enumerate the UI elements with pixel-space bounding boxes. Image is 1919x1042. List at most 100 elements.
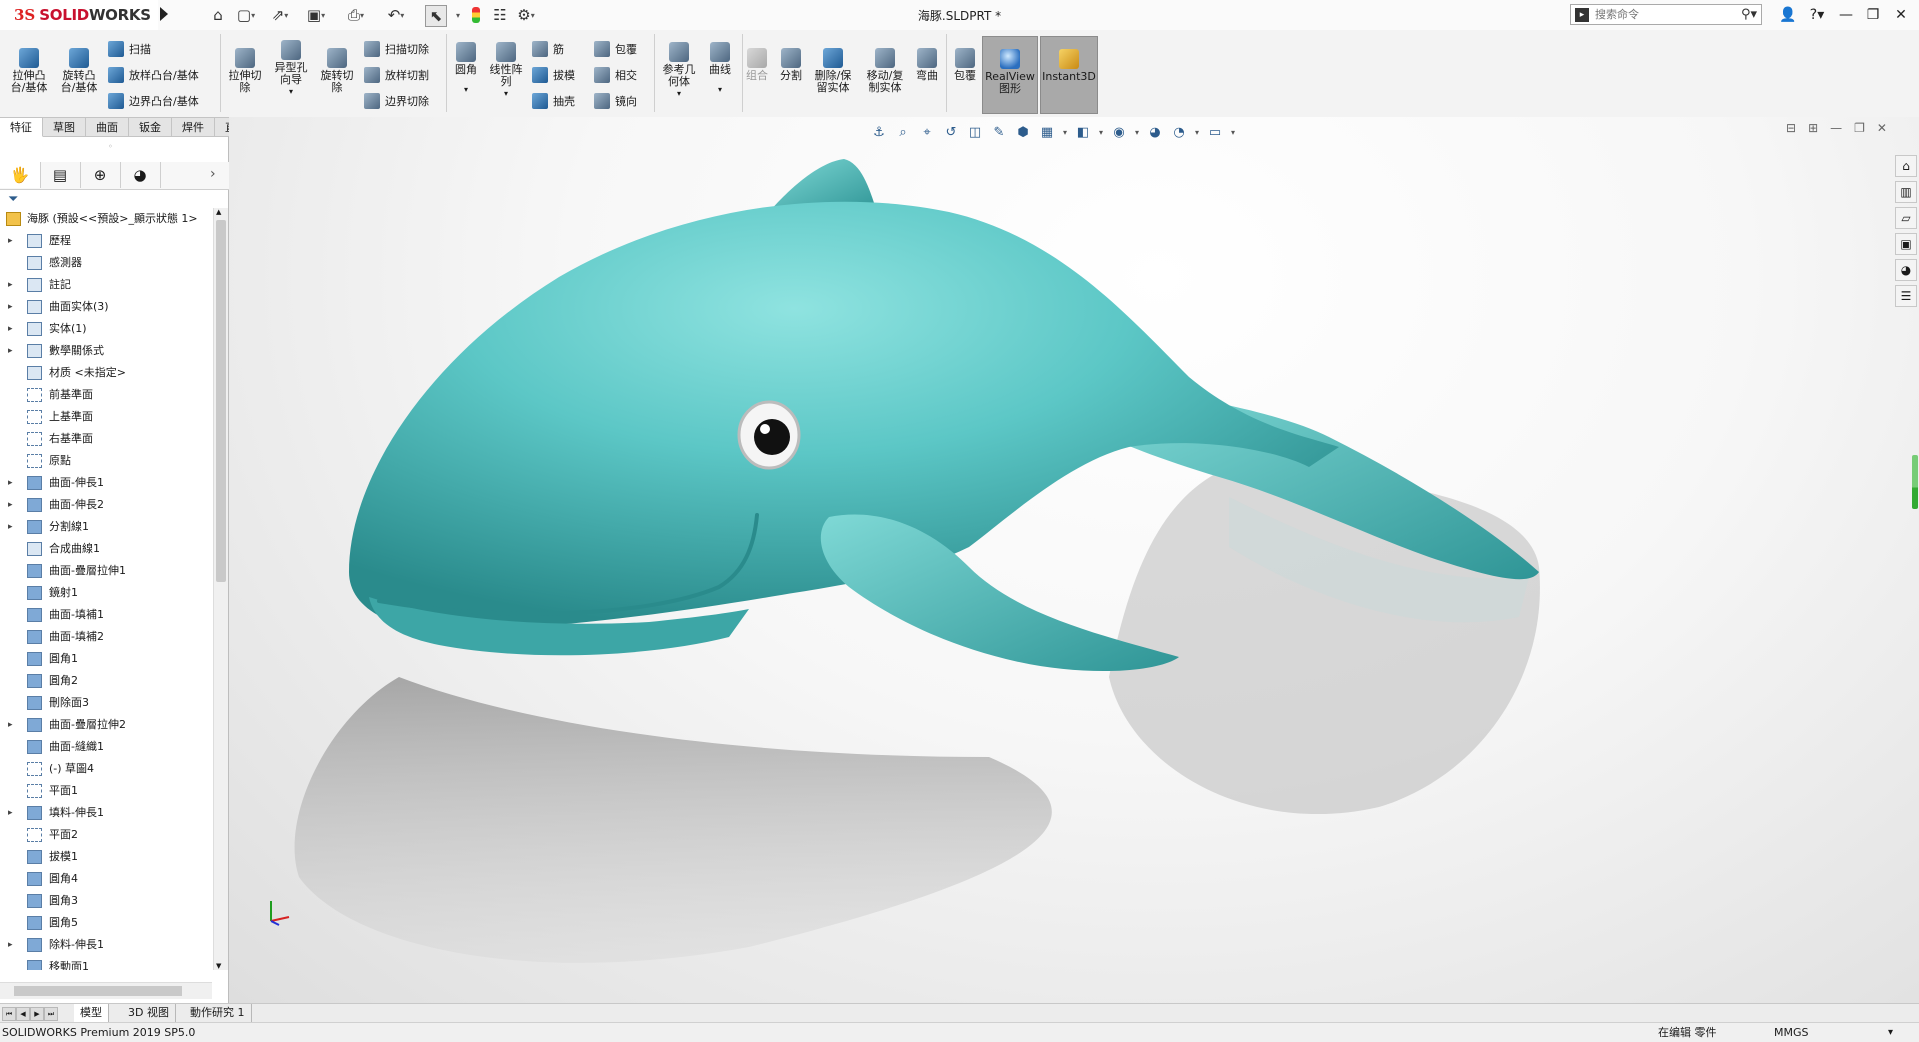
tab-prev-icon[interactable]: ◀ xyxy=(16,1007,30,1021)
mirror-button[interactable]: 镜向 xyxy=(594,93,637,109)
tree-item[interactable]: 材质 <未指定> xyxy=(0,362,212,384)
rebuild-icon[interactable] xyxy=(466,5,486,25)
tab-0[interactable]: 特征 xyxy=(0,117,43,137)
instant3d-button[interactable]: Instant3D xyxy=(1040,36,1098,114)
unit-dropdown-icon[interactable]: ▾ xyxy=(1888,1023,1893,1042)
select-arrow-icon[interactable]: ⬉ xyxy=(425,5,447,27)
split-button[interactable]: 分割 xyxy=(774,48,808,82)
delete-keep-body-button[interactable]: 删除/保 留实体 xyxy=(810,48,856,94)
revolve-boss-button[interactable]: 旋转凸 台/基体 xyxy=(58,48,100,94)
swept-cut-button[interactable]: 扫描切除 xyxy=(364,41,429,57)
tree-item[interactable]: ▸ 曲面-伸長1 xyxy=(0,472,212,494)
file-properties-icon[interactable]: ☷ xyxy=(490,5,510,25)
scroll-up-icon[interactable]: ▲ xyxy=(216,208,221,216)
tree-vertical-scrollbar[interactable]: ▲ ▼ xyxy=(213,208,228,970)
expand-arrow-icon[interactable]: ▸ xyxy=(8,802,16,824)
model-tab-0[interactable]: 模型 xyxy=(74,1004,109,1022)
home-icon[interactable]: ⌂ xyxy=(208,5,228,25)
panel-splitter-handle[interactable]: ◦ xyxy=(108,142,113,151)
tree-item[interactable]: ▸ 曲面-伸長2 xyxy=(0,494,212,516)
new-document-icon[interactable]: ▢ ▾ xyxy=(236,5,256,25)
expand-arrow-icon[interactable]: ▸ xyxy=(8,934,16,956)
boundary-cut-button[interactable]: 边界切除 xyxy=(364,93,429,109)
unit-system[interactable]: MMGS xyxy=(1774,1023,1809,1042)
tab-1[interactable]: 草图 xyxy=(43,117,86,137)
tree-item[interactable]: 曲面-填補1 xyxy=(0,604,212,626)
curves-button[interactable]: 曲线 ▾ xyxy=(702,42,738,96)
tree-item[interactable]: 刪除面3 xyxy=(0,692,212,714)
tree-item[interactable]: ▸ 除料-伸長1 xyxy=(0,934,212,956)
command-search-icon[interactable]: ▸ xyxy=(1575,7,1589,22)
model-tab-1[interactable]: 3D 视图 xyxy=(122,1004,176,1022)
tree-item[interactable]: ▸ 分割線1 xyxy=(0,516,212,538)
print-icon[interactable]: ⎙ ▾ xyxy=(346,5,366,25)
tree-item[interactable]: 圓角1 xyxy=(0,648,212,670)
move-copy-body-button[interactable]: 移动/复 制实体 xyxy=(862,48,908,94)
tree-item[interactable]: 拔模1 xyxy=(0,846,212,868)
expand-arrow-icon[interactable]: ▸ xyxy=(8,472,16,494)
dolphin-model[interactable] xyxy=(229,117,1919,1003)
panel-expand-chevron-icon[interactable]: › xyxy=(210,166,216,182)
configuration-manager-tab-icon[interactable]: ⊕ xyxy=(80,162,121,188)
expand-arrow-icon[interactable]: ▸ xyxy=(8,516,16,538)
tree-item[interactable]: ▸ 实体(1) xyxy=(0,318,212,340)
close-window-icon[interactable]: ✕ xyxy=(1890,5,1912,25)
draft-button[interactable]: 拔模 xyxy=(532,67,575,83)
tree-item[interactable]: 平面2 xyxy=(0,824,212,846)
solidworks-logo[interactable]: 3S SOLIDWORKS xyxy=(0,0,158,30)
tree-item[interactable]: 原點 xyxy=(0,450,212,472)
tree-item[interactable]: ▸ 歷程 xyxy=(0,230,212,252)
filter-icon[interactable]: ⏷ xyxy=(8,192,18,207)
tree-root[interactable]: 海豚 (預設<<預設>_顯示狀態 1> xyxy=(0,208,212,230)
expand-arrow-icon[interactable]: ▸ xyxy=(8,296,16,318)
tree-item[interactable]: ▸ 曲面-疊層拉伸2 xyxy=(0,714,212,736)
feature-manager-tab-icon[interactable]: 🖐 xyxy=(0,162,41,188)
tab-3[interactable]: 钣金 xyxy=(129,117,172,137)
linear-pattern-button[interactable]: 线性阵 列 ▾ xyxy=(486,42,526,100)
search-commands-box[interactable]: ▸ ⚲▾ xyxy=(1570,4,1762,25)
tree-item[interactable]: 上基準面 xyxy=(0,406,212,428)
tree-item[interactable]: 圓角2 xyxy=(0,670,212,692)
tree-item[interactable]: 曲面-縫織1 xyxy=(0,736,212,758)
tree-item[interactable]: 圓角4 xyxy=(0,868,212,890)
expand-arrow-icon[interactable]: ▸ xyxy=(8,230,16,252)
tree-item[interactable]: ▸ 註記 xyxy=(0,274,212,296)
tree-item[interactable]: 前基準面 xyxy=(0,384,212,406)
tree-item[interactable]: ▸ 數學關係式 xyxy=(0,340,212,362)
search-input[interactable] xyxy=(1593,7,1737,22)
tree-item[interactable]: 曲面-填補2 xyxy=(0,626,212,648)
wrap-body-button[interactable]: 包覆 xyxy=(950,48,980,82)
search-icon[interactable]: ⚲▾ xyxy=(1741,7,1757,22)
combine-button[interactable]: 组合 xyxy=(744,48,770,82)
save-icon[interactable]: ▣ ▾ xyxy=(306,5,326,25)
options-gear-icon[interactable]: ⚙ ▾ xyxy=(516,5,536,25)
loft-boss-button[interactable]: 放样凸台/基体 xyxy=(108,67,199,83)
expand-arrow-icon[interactable]: ▸ xyxy=(8,318,16,340)
reference-geometry-button[interactable]: 参考几 何体 ▾ xyxy=(658,42,700,100)
tree-item[interactable]: ▸ 填料-伸長1 xyxy=(0,802,212,824)
tree-item[interactable]: 圓角3 xyxy=(0,890,212,912)
hole-wizard-button[interactable]: 异型孔 向导 ▾ xyxy=(270,40,312,98)
intersect-button[interactable]: 相交 xyxy=(594,67,637,83)
undo-icon[interactable]: ↶ ▾ xyxy=(386,5,406,25)
tree-item[interactable]: ▸ 曲面实体(3) xyxy=(0,296,212,318)
display-manager-tab-icon[interactable]: ◕ xyxy=(120,162,161,188)
extrude-boss-button[interactable]: 拉伸凸 台/基体 xyxy=(8,48,50,94)
menu-expand-arrow-icon[interactable] xyxy=(160,7,168,21)
tree-item[interactable]: 圓角5 xyxy=(0,912,212,934)
open-icon[interactable]: ⇗ ▾ xyxy=(270,5,290,25)
model-tab-2[interactable]: 動作研究 1 xyxy=(184,1004,252,1022)
tree-item[interactable]: 感測器 xyxy=(0,252,212,274)
expand-arrow-icon[interactable]: ▸ xyxy=(8,274,16,296)
wrap-button[interactable]: 包覆 xyxy=(594,41,637,57)
user-icon[interactable]: 👤 xyxy=(1777,5,1799,25)
rib-button[interactable]: 筋 xyxy=(532,41,564,57)
fillet-button[interactable]: 圆角 ▾ xyxy=(450,42,482,96)
boundary-boss-button[interactable]: 边界凸台/基体 xyxy=(108,93,199,109)
minimize-window-icon[interactable]: — xyxy=(1835,5,1857,25)
flex-button[interactable]: 弯曲 xyxy=(912,48,942,82)
expand-arrow-icon[interactable]: ▸ xyxy=(8,714,16,736)
expand-arrow-icon[interactable]: ▸ xyxy=(8,494,16,516)
expand-arrow-icon[interactable]: ▸ xyxy=(8,340,16,362)
help-icon[interactable]: ?▾ xyxy=(1806,5,1828,25)
